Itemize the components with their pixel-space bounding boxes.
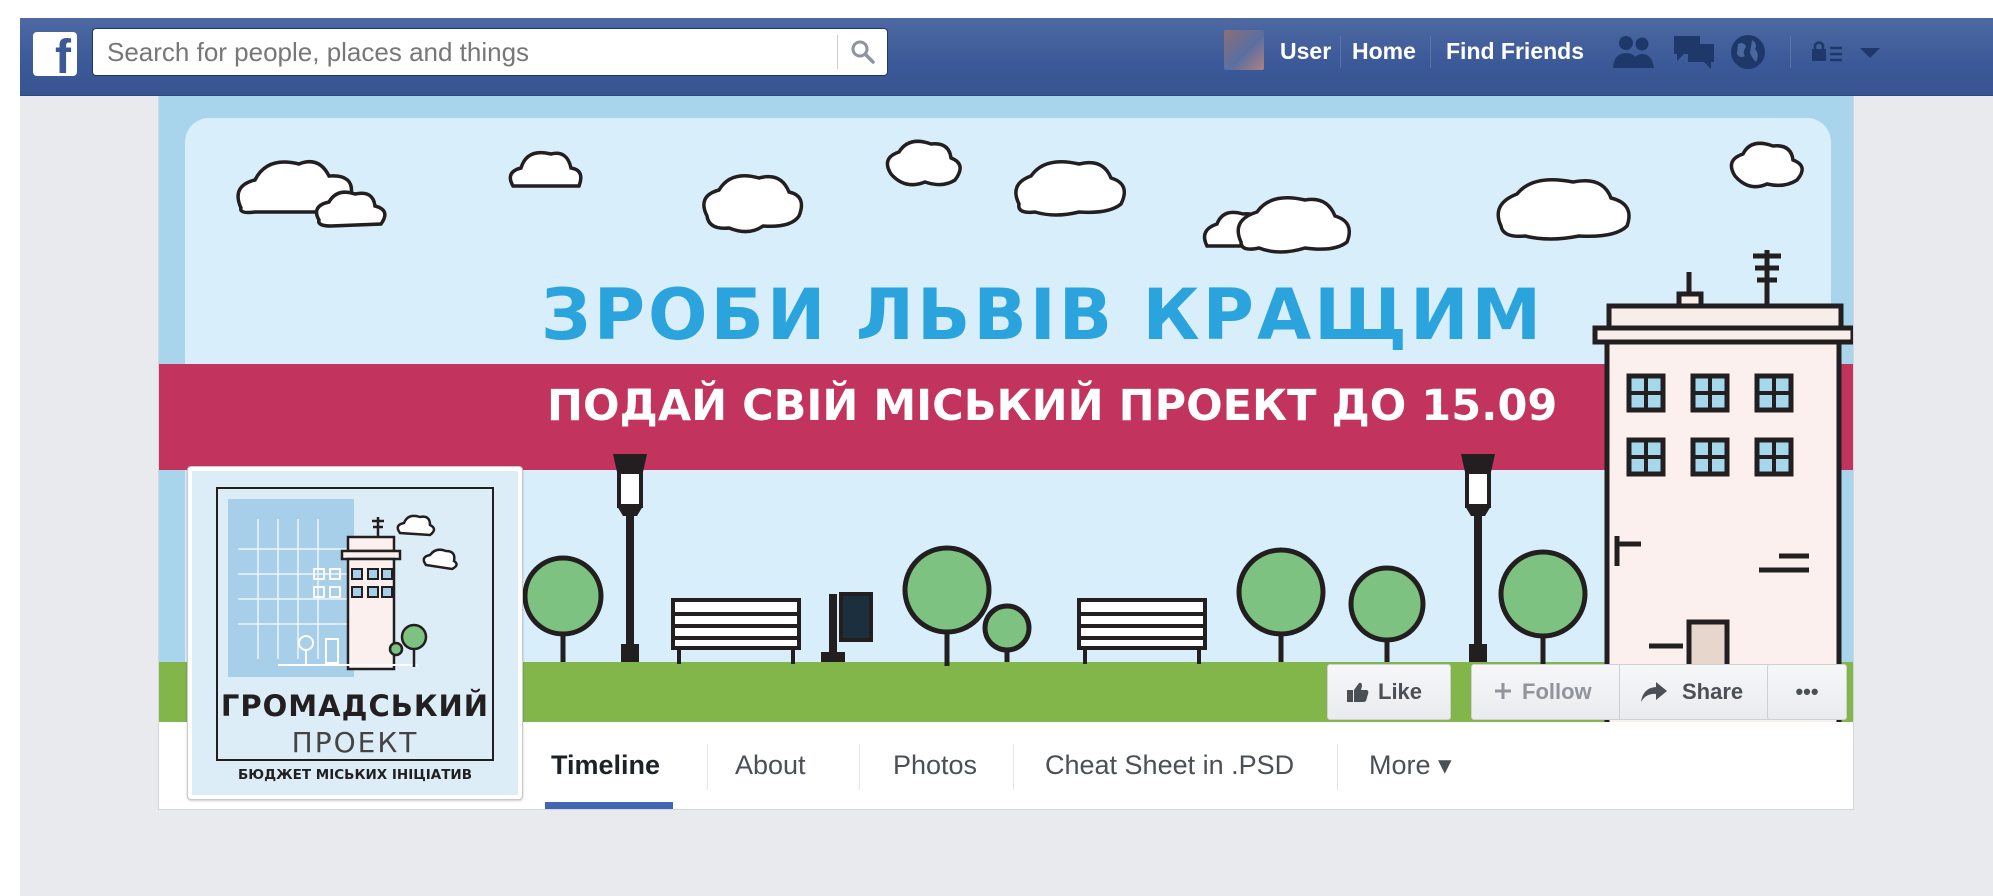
share-label: Share bbox=[1682, 679, 1744, 704]
tab-cheat-sheet[interactable]: Cheat Sheet in .PSD bbox=[1045, 722, 1294, 808]
profile-logo-frame: ГРОМАДСЬКИЙ ПРОЕКТ bbox=[216, 487, 494, 761]
find-friends-link[interactable]: Find Friends bbox=[1446, 18, 1584, 84]
tab-more[interactable]: More ▾ bbox=[1369, 722, 1452, 808]
profile-picture-image: ГРОМАДСЬКИЙ ПРОЕКТ БЮДЖЕТ МІСЬКИХ ІНІЦІА… bbox=[192, 471, 518, 795]
cover-subtitle: ПОДАЙ СВІЙ МІСЬКИЙ ПРОЕКТ ДО 15.09 bbox=[547, 381, 1558, 431]
search-button[interactable] bbox=[837, 35, 887, 69]
privacy-lock-icon[interactable] bbox=[1810, 40, 1844, 69]
profile-picture[interactable]: ГРОМАДСЬКИЙ ПРОЕКТ БЮДЖЕТ МІСЬКИХ ІНІЦІА… bbox=[187, 466, 523, 800]
search-box bbox=[92, 28, 888, 76]
profile-link[interactable]: User bbox=[1280, 18, 1331, 84]
share-button[interactable]: Share bbox=[1619, 664, 1769, 720]
page: f User Home Find Friends bbox=[20, 18, 1993, 896]
facebook-logo[interactable]: f bbox=[33, 32, 77, 82]
nav-divider bbox=[1430, 36, 1431, 68]
tab-about[interactable]: About bbox=[735, 722, 806, 808]
profile-logo-name: ГРОМАДСЬКИЙ bbox=[220, 689, 490, 723]
cover-title: ЗРОБИ ЛЬВІВ КРАЩИМ bbox=[541, 274, 1545, 356]
tab-timeline[interactable]: Timeline bbox=[551, 722, 660, 808]
notifications-globe-icon[interactable] bbox=[1728, 32, 1770, 77]
friend-requests-icon[interactable] bbox=[1610, 32, 1658, 77]
home-link[interactable]: Home bbox=[1352, 18, 1416, 84]
profile-header: ЗРОБИ ЛЬВІВ КРАЩИМ ПОДАЙ СВІЙ МІСЬКИЙ ПР… bbox=[158, 96, 1854, 810]
tab-divider bbox=[859, 744, 860, 790]
nav-divider bbox=[1790, 36, 1791, 68]
ellipsis-icon: ••• bbox=[1795, 679, 1819, 704]
building bbox=[1592, 250, 1853, 722]
nav-divider bbox=[1340, 36, 1341, 68]
follow-label: Follow bbox=[1522, 679, 1592, 704]
more-options-button[interactable]: ••• bbox=[1767, 664, 1847, 720]
like-label: Like bbox=[1378, 679, 1423, 704]
avatar[interactable] bbox=[1224, 30, 1264, 70]
tab-photos[interactable]: Photos bbox=[893, 722, 977, 808]
active-tab-indicator bbox=[545, 802, 673, 809]
search-input[interactable] bbox=[93, 29, 838, 75]
follow-button[interactable]: Follow bbox=[1471, 664, 1621, 720]
tab-divider bbox=[1337, 744, 1338, 790]
tab-divider bbox=[1013, 744, 1014, 790]
messages-icon[interactable] bbox=[1670, 32, 1718, 77]
profile-logo-caption: БЮДЖЕТ МІСЬКИХ ІНІЦІАТИВ bbox=[237, 767, 473, 783]
top-bar: f User Home Find Friends bbox=[20, 18, 1993, 96]
like-button[interactable]: Like bbox=[1327, 664, 1451, 720]
logo-letter: f bbox=[55, 31, 71, 84]
profile-logo-subtitle: ПРОЕКТ bbox=[291, 726, 419, 759]
account-caret-icon[interactable] bbox=[1858, 46, 1882, 65]
profile-logo-building bbox=[228, 499, 458, 677]
tab-divider bbox=[707, 744, 708, 790]
